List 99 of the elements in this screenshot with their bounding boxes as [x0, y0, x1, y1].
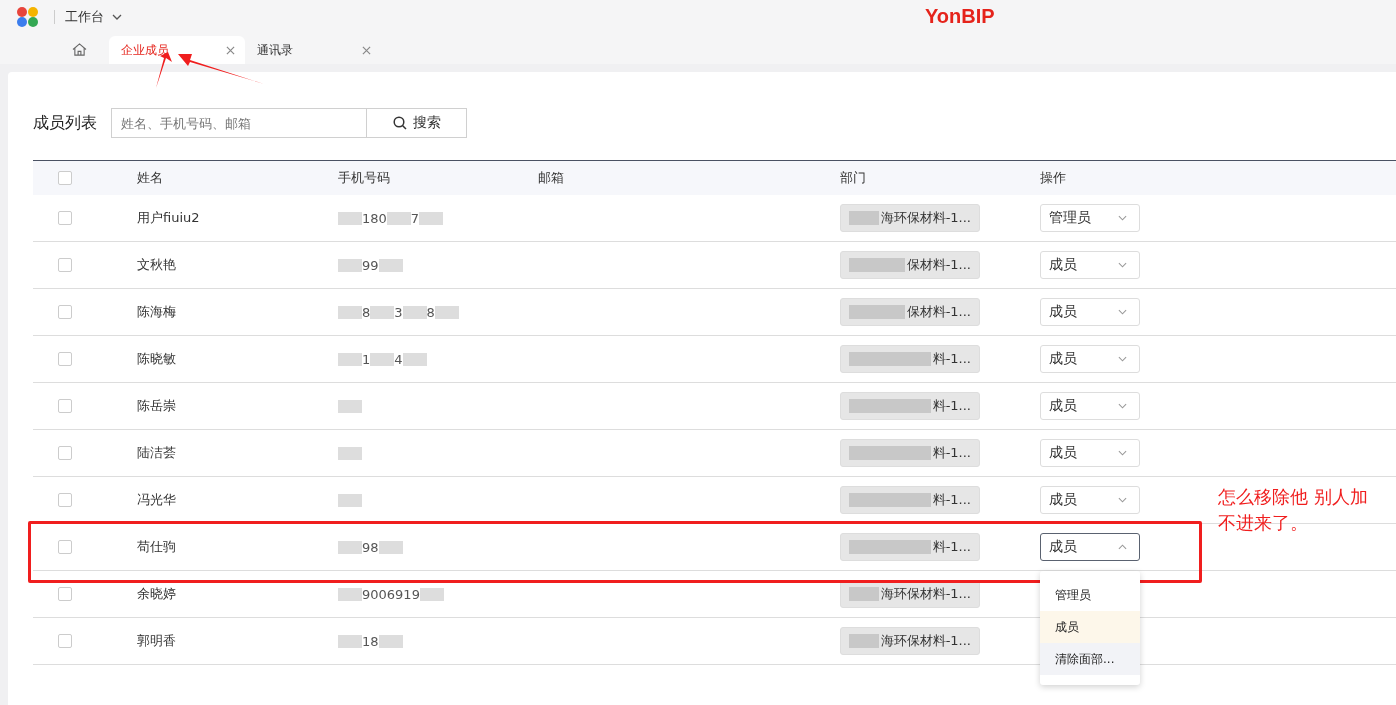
redaction-block [402, 305, 427, 319]
member-name: 陈岳崇 [137, 398, 176, 413]
column-header: 操作 [1040, 170, 1066, 185]
member-name: 用户fiuiu2 [137, 210, 200, 225]
phone-fragment: 99 [362, 257, 379, 273]
row-checkbox[interactable] [58, 446, 72, 460]
department-tag: 料-1... [840, 345, 980, 373]
column-header: 部门 [840, 170, 866, 185]
caret-icon [1118, 356, 1127, 362]
redaction-block [419, 211, 444, 225]
member-name: 苟仕驹 [137, 539, 176, 554]
app-logo-icon [16, 6, 40, 28]
column-header: 姓名 [137, 170, 163, 185]
redaction-block [338, 258, 362, 272]
phone-fragment: 7 [410, 210, 420, 226]
workspace-menu[interactable]: 工作台 [65, 8, 122, 26]
redaction-block [370, 352, 395, 366]
redaction-block [370, 305, 395, 319]
role-select[interactable]: 成员 [1040, 533, 1140, 561]
member-name: 郭明香 [137, 633, 176, 648]
role-select[interactable]: 成员 [1040, 345, 1140, 373]
member-name: 冯光华 [137, 492, 176, 507]
brand-logo: YonBIP [925, 5, 995, 28]
redaction-block [434, 305, 459, 319]
row-checkbox[interactable] [58, 352, 72, 366]
member-name: 陈海梅 [137, 304, 176, 319]
caret-icon [1118, 497, 1127, 503]
row-checkbox[interactable] [58, 258, 72, 272]
role-select[interactable]: 成员 [1040, 392, 1140, 420]
row-checkbox[interactable] [58, 305, 72, 319]
caret-icon [1118, 403, 1127, 409]
dropdown-option[interactable]: 清除面部... [1040, 643, 1140, 675]
caret-icon [112, 14, 122, 20]
phone-fragment: 18 [362, 633, 379, 649]
close-icon[interactable] [362, 45, 371, 55]
redaction-block [338, 540, 362, 554]
department-tag: 料-1... [840, 392, 980, 420]
select-all-checkbox[interactable] [58, 171, 72, 185]
close-icon[interactable] [226, 45, 235, 55]
redaction-block [338, 305, 362, 319]
phone-fragment: 8 [426, 304, 435, 320]
row-checkbox[interactable] [58, 587, 72, 601]
phone-fragment: 4 [394, 351, 403, 367]
column-header: 邮箱 [538, 170, 564, 185]
page-tab[interactable]: 通讯录 [245, 36, 381, 64]
member-name: 陈晓敏 [137, 351, 176, 366]
redaction-block [419, 587, 444, 601]
search-button[interactable]: 搜索 [367, 108, 467, 138]
home-icon[interactable] [72, 43, 87, 56]
member-name: 陆洁荟 [137, 445, 176, 460]
department-tag: 料-1... [840, 486, 980, 514]
row-checkbox[interactable] [58, 540, 72, 554]
caret-icon [1118, 215, 1127, 221]
redaction-block [338, 634, 362, 648]
row-checkbox[interactable] [58, 211, 72, 225]
phone-fragment: 3 [394, 304, 403, 320]
redaction-block [386, 211, 411, 225]
annotation-note: 怎么移除他 别人加不进来了。 [1218, 485, 1368, 535]
page-title: 成员列表 [33, 112, 97, 134]
redaction-block [338, 446, 362, 460]
row-checkbox[interactable] [58, 399, 72, 413]
member-name: 文秋艳 [137, 257, 176, 272]
redaction-block [378, 540, 403, 554]
dropdown-option[interactable]: 成员 [1040, 611, 1140, 643]
phone-fragment: 8 [362, 304, 371, 320]
redaction-block [338, 399, 362, 413]
search-field[interactable]: 姓名、手机号码、邮箱 [111, 108, 367, 138]
row-checkbox[interactable] [58, 634, 72, 648]
role-select[interactable]: 成员 [1040, 298, 1140, 326]
caret-icon [1118, 309, 1127, 315]
caret-icon [1118, 544, 1127, 550]
department-tag: 料-1... [840, 533, 980, 561]
search-icon [392, 116, 407, 130]
department-tag: 保材料-1... [840, 298, 980, 326]
caret-icon [1118, 450, 1127, 456]
redaction-block [338, 587, 362, 601]
phone-fragment: 9006919 [362, 586, 420, 602]
role-select[interactable]: 管理员 [1040, 204, 1140, 232]
phone-fragment: 98 [362, 539, 379, 555]
role-select[interactable]: 成员 [1040, 251, 1140, 279]
redaction-block [338, 493, 362, 507]
phone-fragment: 180 [362, 210, 387, 226]
redaction-block [338, 211, 362, 225]
redaction-block [338, 352, 362, 366]
redaction-block [378, 258, 403, 272]
department-tag: 保材料-1... [840, 251, 980, 279]
department-tag: 料-1... [840, 439, 980, 467]
redaction-block [402, 352, 427, 366]
department-tag: 海环保材料-1... [840, 627, 980, 655]
column-header: 手机号码 [338, 170, 390, 185]
dropdown-option[interactable]: 管理员 [1040, 579, 1140, 611]
phone-fragment: 1 [362, 351, 371, 367]
row-checkbox[interactable] [58, 493, 72, 507]
caret-icon [1118, 262, 1127, 268]
role-select[interactable]: 成员 [1040, 439, 1140, 467]
department-tag: 海环保材料-1... [840, 204, 980, 232]
role-select[interactable]: 成员 [1040, 486, 1140, 514]
member-name: 余晓婷 [137, 586, 176, 601]
redaction-block [378, 634, 403, 648]
